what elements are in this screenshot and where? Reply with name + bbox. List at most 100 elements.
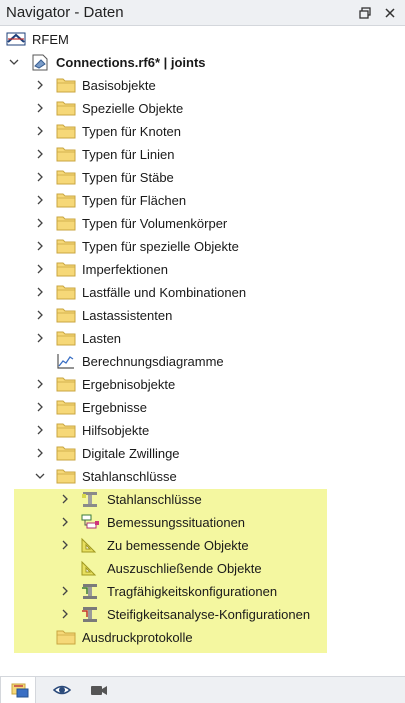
- tree-item-ergebnisse[interactable]: Ergebnisse: [0, 396, 405, 419]
- tree-item-steel-stahlanschluesse[interactable]: Stahlanschlüsse: [0, 488, 405, 511]
- tree-item-ausdruckprotokolle[interactable]: Ausdruckprotokolle: [0, 626, 405, 649]
- tree-item-label: Ausdruckprotokolle: [82, 630, 193, 645]
- chevron-right-icon[interactable]: [34, 194, 46, 206]
- tree-item-hilfsobjekte[interactable]: Hilfsobjekte: [0, 419, 405, 442]
- chevron-right-icon[interactable]: [34, 217, 46, 229]
- tree-item-label: Hilfsobjekte: [82, 423, 150, 438]
- data-tab[interactable]: [0, 677, 36, 703]
- restore-icon[interactable]: [357, 5, 373, 21]
- chevron-right-icon[interactable]: [34, 378, 46, 390]
- folder-icon: [56, 444, 76, 462]
- navigator-titlebar: Navigator - Daten: [0, 0, 405, 26]
- tree-item-steel-auszuschliessende-objekte[interactable]: Auszuschließende Objekte: [0, 557, 405, 580]
- chevron-right-icon[interactable]: [59, 539, 71, 551]
- tree-item-label: Ergebnisobjekte: [82, 377, 176, 392]
- tree-item-lasten[interactable]: Lasten: [0, 327, 405, 350]
- folder-icon: [56, 467, 76, 485]
- tree-item-label: Steifigkeitsanalyse-Konfigurationen: [107, 607, 311, 622]
- tree-item-typen-fuer-staebe[interactable]: Typen für Stäbe: [0, 166, 405, 189]
- tree-item-stahlanschluesse[interactable]: Stahlanschlüsse: [0, 465, 405, 488]
- tree-item-label: RFEM: [32, 32, 69, 47]
- folder-icon: [56, 214, 76, 232]
- tree-item-label: Imperfektionen: [82, 262, 168, 277]
- tree-item-spezielle-objekte[interactable]: Spezielle Objekte: [0, 97, 405, 120]
- chevron-down-icon[interactable]: [8, 56, 20, 68]
- chevron-right-icon[interactable]: [34, 102, 46, 114]
- camera-icon: [91, 686, 107, 695]
- folder-icon: [56, 421, 76, 439]
- rfem-logo-icon: [6, 30, 26, 48]
- tree-item-typen-fuer-flaechen[interactable]: Typen für Flächen: [0, 189, 405, 212]
- tree-item-label: Tragfähigkeitskonfigurationen: [107, 584, 278, 599]
- tree-item-label: Auszuschließende Objekte: [107, 561, 262, 576]
- objects-to-design-icon: [80, 536, 100, 554]
- folder-icon: [56, 191, 76, 209]
- design-situation-icon: [80, 513, 100, 531]
- tree-item-label: Spezielle Objekte: [82, 101, 184, 116]
- chart-icon: [56, 352, 76, 370]
- folder-icon: [56, 628, 76, 646]
- tree-item-berechnungsdiagramme[interactable]: Berechnungsdiagramme: [0, 350, 405, 373]
- tree-item-label: Stahlanschlüsse: [107, 492, 202, 507]
- tree-item-label: Lasten: [82, 331, 122, 346]
- tree-item-lastfaelle-und-kombinationen[interactable]: Lastfälle und Kombinationen: [0, 281, 405, 304]
- tree-item-ergebnisobjekte[interactable]: Ergebnisobjekte: [0, 373, 405, 396]
- folder-icon: [56, 306, 76, 324]
- tree-item-digitale-zwillinge[interactable]: Digitale Zwillinge: [0, 442, 405, 465]
- folder-icon: [56, 283, 76, 301]
- tree-item-steel-zu-bemessende-objekte[interactable]: Zu bemessende Objekte: [0, 534, 405, 557]
- steel-connection-icon: [80, 490, 100, 508]
- tree-item-label: Typen für Volumenkörper: [82, 216, 228, 231]
- tree-root-rfem[interactable]: RFEM: [0, 28, 405, 51]
- tree-item-steel-bemessungssituationen[interactable]: Bemessungssituationen: [0, 511, 405, 534]
- close-icon[interactable]: [382, 5, 398, 21]
- data-navigator-icon: [11, 683, 29, 698]
- folder-icon: [56, 122, 76, 140]
- folder-icon: [56, 168, 76, 186]
- chevron-right-icon[interactable]: [34, 309, 46, 321]
- model-file-icon: [30, 53, 50, 71]
- tree-item-typen-fuer-linien[interactable]: Typen für Linien: [0, 143, 405, 166]
- tree-item-imperfektionen[interactable]: Imperfektionen: [0, 258, 405, 281]
- chevron-right-icon[interactable]: [34, 263, 46, 275]
- display-tab[interactable]: [43, 677, 79, 703]
- eye-icon: [53, 685, 71, 695]
- chevron-right-icon[interactable]: [34, 447, 46, 459]
- chevron-right-icon[interactable]: [34, 401, 46, 413]
- tree-item-typen-fuer-volumenkoerper[interactable]: Typen für Volumenkörper: [0, 212, 405, 235]
- tree-model[interactable]: Connections.rf6* | joints: [0, 51, 405, 74]
- tree-item-steel-tragfaehigkeitskonfigurationen[interactable]: Tragfähigkeitskonfigurationen: [0, 580, 405, 603]
- tree-item-label: Typen für Linien: [82, 147, 175, 162]
- chevron-right-icon[interactable]: [34, 125, 46, 137]
- tree-item-typen-fuer-knoten[interactable]: Typen für Knoten: [0, 120, 405, 143]
- tree-item-label: Typen für spezielle Objekte: [82, 239, 239, 254]
- chevron-right-icon[interactable]: [59, 516, 71, 528]
- chevron-right-icon[interactable]: [59, 608, 71, 620]
- chevron-down-icon[interactable]: [34, 470, 46, 482]
- chevron-right-icon[interactable]: [34, 424, 46, 436]
- chevron-right-icon[interactable]: [59, 493, 71, 505]
- views-tab[interactable]: [80, 677, 116, 703]
- tree-item-lastassistenten[interactable]: Lastassistenten: [0, 304, 405, 327]
- chevron-right-icon[interactable]: [34, 286, 46, 298]
- folder-icon: [56, 145, 76, 163]
- folder-icon: [56, 237, 76, 255]
- tree-item-typen-fuer-spezielle-objekte[interactable]: Typen für spezielle Objekte: [0, 235, 405, 258]
- chevron-right-icon[interactable]: [59, 585, 71, 597]
- chevron-right-icon[interactable]: [34, 240, 46, 252]
- tree-item-label: Connections.rf6* | joints: [56, 55, 206, 70]
- navigator-tab-bar: [0, 676, 405, 703]
- uls-configuration-icon: [80, 582, 100, 600]
- chevron-right-icon[interactable]: [34, 332, 46, 344]
- tree-item-label: Stahlanschlüsse: [82, 469, 177, 484]
- navigator-title: Navigator - Daten: [6, 4, 124, 21]
- folder-icon: [56, 260, 76, 278]
- tree-item-basisobjekte[interactable]: Basisobjekte: [0, 74, 405, 97]
- tree-item-label: Lastassistenten: [82, 308, 173, 323]
- tree-item-steel-steifigkeitsanalyse-konfigurationen[interactable]: Steifigkeitsanalyse-Konfigurationen: [0, 603, 405, 626]
- chevron-right-icon[interactable]: [34, 79, 46, 91]
- tree-item-label: Zu bemessende Objekte: [107, 538, 249, 553]
- tree-item-label: Ergebnisse: [82, 400, 148, 415]
- chevron-right-icon[interactable]: [34, 171, 46, 183]
- chevron-right-icon[interactable]: [34, 148, 46, 160]
